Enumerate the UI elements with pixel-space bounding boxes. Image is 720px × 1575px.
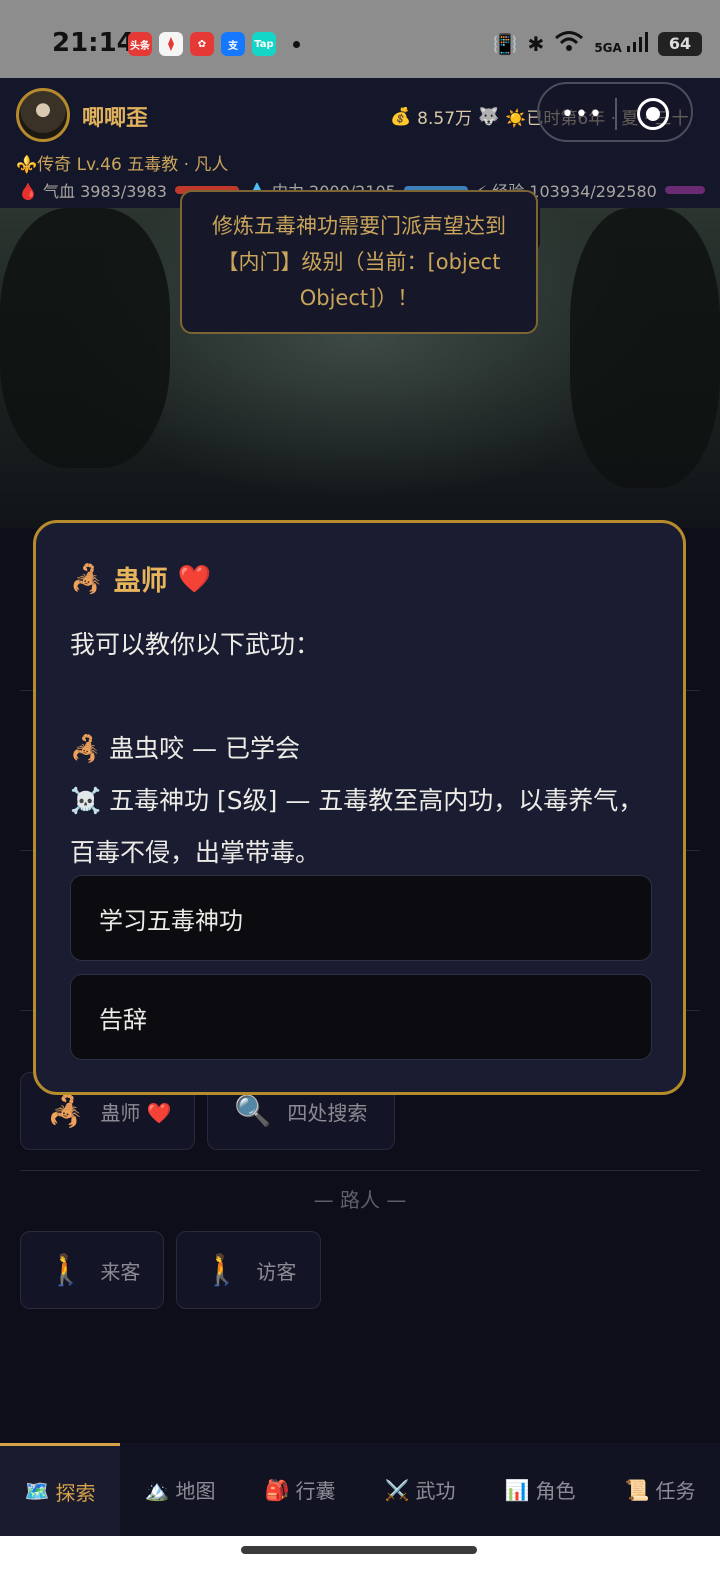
exp-bar: [664, 186, 705, 194]
rank-line: ⚜️传奇 Lv.46 五毒教 · 凡人: [16, 155, 229, 175]
walking-person-icon: 🚶: [203, 1252, 241, 1288]
swords-icon: ⚔️: [384, 1477, 410, 1502]
chip-label: 四处搜索: [287, 1100, 368, 1125]
tab-label: 地图: [175, 1479, 216, 1503]
wolf-icon: 🐺: [478, 106, 500, 127]
compass-app-icon: [159, 32, 183, 56]
clock: 21:14: [52, 28, 135, 58]
gesture-area: [0, 1536, 720, 1575]
wifi-icon: [554, 30, 584, 57]
tab-bag[interactable]: 🎒 行囊: [240, 1443, 360, 1536]
chip-label: 访客: [256, 1259, 297, 1284]
tab-skills[interactable]: ⚔️ 武功: [360, 1443, 480, 1536]
status-bar: 21:14 头条 ✿ 支 Tap 📳 ✱ 5GA 64: [0, 0, 720, 78]
tab-label: 角色: [535, 1479, 576, 1503]
dialog-intro: 我可以教你以下武功：: [70, 630, 321, 659]
passerby-section-title: — 路人 —: [313, 1188, 407, 1212]
capsule-divider: [615, 98, 617, 130]
money-bag-icon: 💰: [390, 106, 412, 127]
signal-icon: 5GA: [594, 32, 648, 55]
system-indicators: 📳 ✱ 5GA 64: [493, 30, 702, 57]
skill-line-wudu: ☠️ 五毒神功 [S级] — 五毒教至高内功，以毒养气，百毒不侵，出掌带毒。: [70, 786, 644, 867]
taptap-icon: Tap: [252, 32, 276, 56]
alipay-icon: 支: [221, 32, 245, 56]
walking-person-icon: 🚶: [47, 1252, 85, 1288]
player-name: 唧唧歪: [82, 106, 149, 131]
npc-name: 蛊师: [113, 566, 168, 597]
pinduoduo-icon: ✿: [190, 32, 214, 56]
skill-line-guchong: 🦂 蛊虫咬 — 已学会: [70, 734, 300, 763]
tab-label: 武功: [415, 1479, 456, 1503]
tab-label: 探索: [55, 1480, 96, 1505]
battery-indicator: 64: [658, 31, 702, 56]
toast-message: 修炼五毒神功需要门派声望达到【内门】级别（当前：[object Object]）…: [180, 190, 538, 334]
chip-label: 来客: [100, 1259, 141, 1284]
scorpion-icon: 🦂: [70, 563, 104, 595]
close-miniprogram-icon[interactable]: [637, 98, 669, 130]
leave-button[interactable]: 告辞: [70, 974, 652, 1060]
more-menu-icon[interactable]: •••: [561, 102, 603, 127]
notification-icons: 头条 ✿ 支 Tap: [128, 32, 300, 56]
scroll-icon: 📜: [624, 1477, 650, 1502]
tab-label: 行囊: [295, 1479, 336, 1503]
bottom-nav: 🗺️ 探索 🏔️ 地图 🎒 行囊 ⚔️ 武功 📊 角色 📜 任务: [0, 1443, 720, 1536]
tab-explore[interactable]: 🗺️ 探索: [0, 1443, 120, 1536]
scorpion-icon: 🦂: [47, 1093, 85, 1129]
hp-label: 🩸 气血 3983/3983: [18, 182, 167, 201]
tab-character[interactable]: 📊 角色: [480, 1443, 600, 1536]
home-indicator[interactable]: [241, 1546, 477, 1554]
mountain-icon: 🏔️: [144, 1477, 170, 1502]
toutiao-icon: 头条: [128, 32, 152, 56]
more-notifications-dot: [293, 40, 300, 48]
money-value: 8.57万: [417, 109, 473, 129]
learn-skill-button[interactable]: 学习五毒神功: [70, 875, 652, 961]
tree-left: [0, 208, 170, 468]
backpack-icon: 🎒: [264, 1477, 290, 1502]
map-icon: 🗺️: [24, 1479, 50, 1503]
miniprogram-capsule: •••: [537, 82, 693, 142]
passerby-chip-fangke[interactable]: 🚶 访客: [176, 1231, 321, 1309]
chart-icon: 📊: [504, 1477, 530, 1502]
tab-map[interactable]: 🏔️ 地图: [120, 1443, 240, 1536]
dialog-body: 我可以教你以下武功： 🦂 蛊虫咬 — 已学会 ☠️ 五毒神功 [S级] — 五毒…: [70, 619, 660, 879]
heart-icon: ❤️: [177, 563, 212, 595]
avatar[interactable]: [16, 88, 70, 142]
npc-dialog: 🦂 蛊师 ❤️ 我可以教你以下武功： 🦂 蛊虫咬 — 已学会 ☠️ 五毒神功 […: [33, 520, 686, 1095]
chip-label: 蛊师 ❤️: [100, 1100, 172, 1125]
dialog-title: 🦂 蛊师 ❤️: [70, 559, 211, 598]
tab-quests[interactable]: 📜 任务: [600, 1443, 720, 1536]
tab-label: 任务: [655, 1479, 696, 1503]
bluetooth-icon: ✱: [527, 31, 545, 56]
divider: [20, 1170, 700, 1171]
tree-right: [570, 208, 720, 488]
passerby-chip-laike[interactable]: 🚶 来客: [20, 1231, 164, 1309]
search-icon: 🔍: [234, 1093, 272, 1129]
vibrate-icon: 📳: [492, 31, 518, 56]
